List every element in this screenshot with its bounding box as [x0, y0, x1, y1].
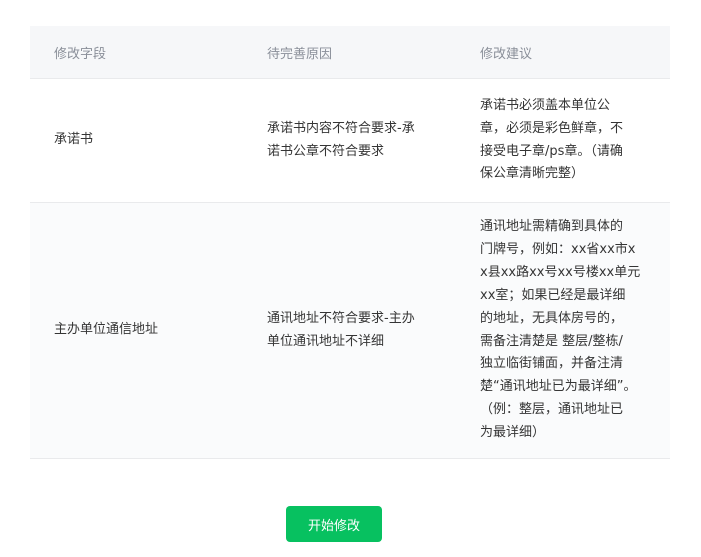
field-cell: 承诺书 — [54, 132, 94, 148]
header-field: 修改字段 — [54, 46, 107, 62]
header-suggestion: 修改建议 — [480, 46, 533, 62]
suggestion-cell: 通讯地址需精确到具体的 门牌号，例如：xx省xx市x x县xx路xx号xx号楼x… — [480, 218, 641, 441]
field-cell: 主办单位通信地址 — [54, 322, 159, 338]
suggestion-cell: 承诺书必须盖本单位公 章，必须是彩色鲜章，不 接受电子章/ps章。（请确 保公章… — [480, 97, 624, 182]
table-row: 承诺书 承诺书内容不符合要求-承 诺书公章不符合要求 承诺书必须盖本单位公 章，… — [30, 79, 670, 203]
reason-cell: 承诺书内容不符合要求-承 诺书公章不符合要求 — [267, 120, 415, 159]
table-row: 主办单位通信地址 通讯地址不符合要求-主办 单位通讯地址不详细 通讯地址需精确到… — [30, 203, 670, 459]
start-edit-button[interactable]: 开始修改 — [286, 506, 382, 542]
table-header: 修改字段 待完善原因 修改建议 — [30, 26, 670, 79]
header-reason: 待完善原因 — [267, 46, 333, 62]
reason-cell: 通讯地址不符合要求-主办 单位通讯地址不详细 — [267, 310, 415, 349]
correction-table: 修改字段 待完善原因 修改建议 承诺书 承诺书内容不符合要求-承 诺书公章不符合… — [30, 26, 670, 459]
